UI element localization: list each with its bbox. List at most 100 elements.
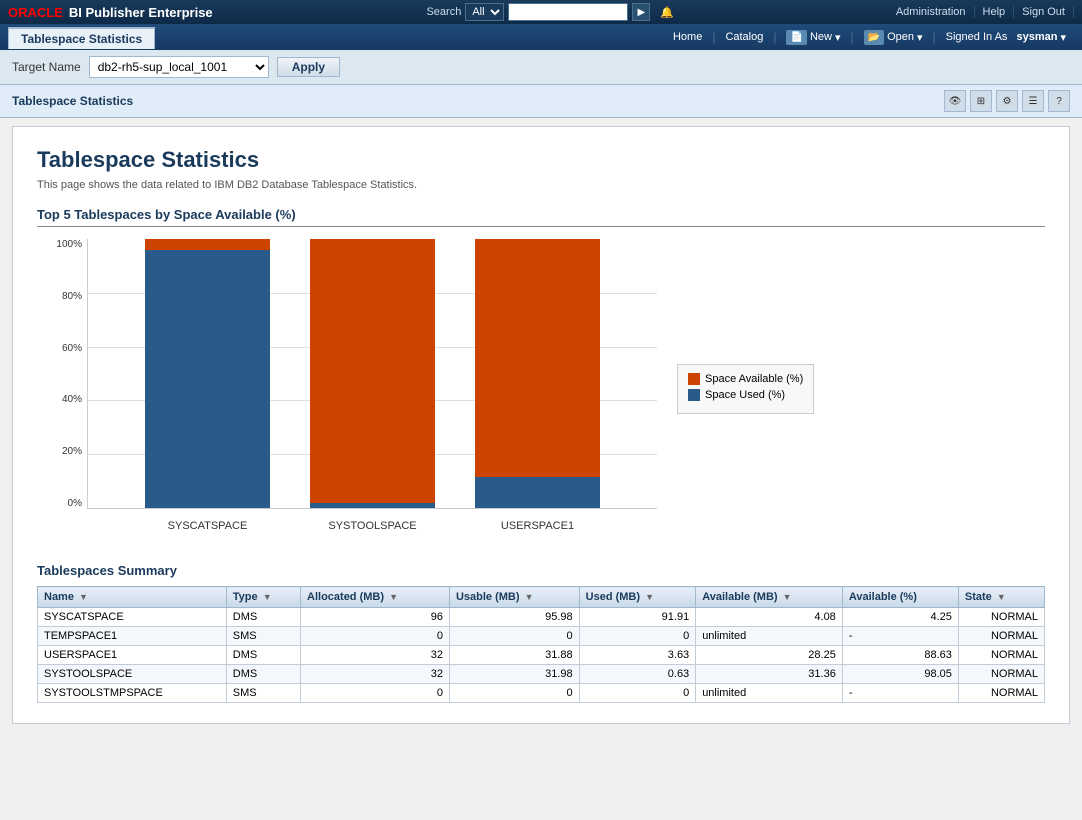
col-avail-pct[interactable]: Available (%)	[842, 587, 958, 608]
list-icon-btn[interactable]: ☰	[1022, 90, 1044, 112]
secondary-navigation: Tablespace Statistics Home | Catalog | 📄…	[0, 24, 1082, 50]
new-menu[interactable]: 📄 New ▾	[778, 28, 848, 47]
legend-used-color	[688, 389, 700, 401]
table-cell: DMS	[226, 665, 300, 684]
table-cell: SYSTOOLSPACE	[38, 665, 227, 684]
table-cell: USERSPACE1	[38, 646, 227, 665]
search-input[interactable]	[508, 3, 628, 21]
table-cell: 91.91	[579, 608, 696, 627]
col-type[interactable]: Type ▼	[226, 587, 300, 608]
bar-userspace1: USERSPACE1	[475, 239, 600, 508]
table-cell: 3.63	[579, 646, 696, 665]
main-content: Tablespace Statistics This page shows th…	[12, 126, 1070, 724]
table-cell: DMS	[226, 608, 300, 627]
table-cell: 95.98	[449, 608, 579, 627]
apply-button[interactable]: Apply	[277, 57, 340, 77]
report-icons: 👁 ⊞ ⚙ ☰ ?	[944, 90, 1070, 112]
report-main-title: Tablespace Statistics	[37, 147, 1045, 173]
open-menu[interactable]: 📂 Open ▾	[856, 28, 931, 47]
table-cell: 88.63	[842, 646, 958, 665]
grid-icon-btn[interactable]: ⊞	[970, 90, 992, 112]
col-available[interactable]: Available (MB) ▼	[696, 587, 843, 608]
table-cell: 28.25	[696, 646, 843, 665]
y-label-80: 80%	[62, 291, 82, 302]
logo-area: ORACLE BI Publisher Enterprise	[8, 5, 213, 20]
bar-systoolspace: SYSTOOLSPACE	[310, 239, 435, 508]
col-name[interactable]: Name ▼	[38, 587, 227, 608]
view-icon-btn[interactable]: 👁	[944, 90, 966, 112]
settings-icon-btn[interactable]: ⚙	[996, 90, 1018, 112]
catalog-link[interactable]: Catalog	[717, 29, 771, 45]
table-cell: 0	[449, 627, 579, 646]
search-scope-select[interactable]: All	[465, 3, 504, 21]
chart-area: 100% 80% 60% 40% 20% 0%	[37, 239, 1045, 539]
bar-systoolspace-used	[310, 503, 435, 508]
table-cell: 31.98	[449, 665, 579, 684]
report-description: This page shows the data related to IBM …	[37, 179, 1045, 191]
search-area: Search All ▶ 🔔	[426, 3, 674, 21]
col-used[interactable]: Used (MB) ▼	[579, 587, 696, 608]
table-cell: 4.08	[696, 608, 843, 627]
top-right-nav: Administration Help Sign Out	[888, 6, 1074, 18]
table-cell: 0.63	[579, 665, 696, 684]
table-cell: 32	[301, 646, 450, 665]
chart-container: 100% 80% 60% 40% 20% 0%	[37, 239, 657, 539]
table-section: Tablespaces Summary Name ▼ Type ▼ Alloca…	[37, 563, 1045, 703]
sign-out-link[interactable]: Sign Out	[1014, 6, 1074, 18]
report-header: Tablespace Statistics 👁 ⊞ ⚙ ☰ ?	[0, 85, 1082, 118]
target-name-select[interactable]: db2-rh5-sup_local_1001	[89, 56, 269, 78]
bar-userspace1-label: USERSPACE1	[475, 520, 600, 532]
bar-userspace1-available	[475, 239, 600, 477]
table-cell: 31.36	[696, 665, 843, 684]
home-link[interactable]: Home	[665, 29, 710, 45]
table-cell: SYSCATSPACE	[38, 608, 227, 627]
bar-syscatspace-label: SYSCATSPACE	[145, 520, 270, 532]
table-cell: 0	[449, 684, 579, 703]
y-label-40: 40%	[62, 394, 82, 405]
table-cell: TEMPSPACE1	[38, 627, 227, 646]
legend-available: Space Available (%)	[688, 373, 803, 385]
y-axis: 100% 80% 60% 40% 20% 0%	[37, 239, 87, 509]
help-link[interactable]: Help	[975, 6, 1015, 18]
table-row: SYSCATSPACEDMS9695.9891.914.084.25NORMAL	[38, 608, 1045, 627]
y-label-20: 20%	[62, 446, 82, 457]
report-title-tab: Tablespace Statistics	[12, 94, 133, 108]
page-tab[interactable]: Tablespace Statistics	[8, 27, 155, 49]
table-cell: unlimited	[696, 684, 843, 703]
col-state[interactable]: State ▼	[958, 587, 1044, 608]
chart-legend: Space Available (%) Space Used (%)	[677, 364, 814, 414]
bar-userspace1-used	[475, 477, 600, 508]
table-cell: 0	[579, 684, 696, 703]
table-cell: NORMAL	[958, 646, 1044, 665]
table-row: USERSPACE1DMS3231.883.6328.2588.63NORMAL	[38, 646, 1045, 665]
summary-table: Name ▼ Type ▼ Allocated (MB) ▼ Usable (M…	[37, 586, 1045, 703]
y-label-60: 60%	[62, 343, 82, 354]
col-allocated[interactable]: Allocated (MB) ▼	[301, 587, 450, 608]
table-cell: 0	[301, 684, 450, 703]
bar-systoolspace-available	[310, 239, 435, 503]
search-button[interactable]: ▶	[632, 3, 650, 21]
administration-link[interactable]: Administration	[888, 6, 975, 18]
table-cell: SMS	[226, 627, 300, 646]
target-name-label: Target Name	[12, 60, 81, 74]
table-body: SYSCATSPACEDMS9695.9891.914.084.25NORMAL…	[38, 608, 1045, 703]
legend-used-label: Space Used (%)	[705, 389, 785, 401]
table-row: SYSTOOLSPACEDMS3231.980.6331.3698.05NORM…	[38, 665, 1045, 684]
table-cell: 0	[301, 627, 450, 646]
table-cell: NORMAL	[958, 665, 1044, 684]
table-cell: 96	[301, 608, 450, 627]
table-row: SYSTOOLSTMPSPACESMS000unlimited-NORMAL	[38, 684, 1045, 703]
bi-publisher-label: BI Publisher Enterprise	[69, 5, 213, 20]
col-usable[interactable]: Usable (MB) ▼	[449, 587, 579, 608]
help-icon-btn[interactable]: ?	[1048, 90, 1070, 112]
legend-available-label: Space Available (%)	[705, 373, 803, 385]
chart-body: SYSCATSPACE SYSTOOLSPACE USERSPACE1	[87, 239, 657, 509]
signed-in-as: Signed In As sysman ▾	[938, 29, 1074, 46]
table-cell: 4.25	[842, 608, 958, 627]
table-cell: DMS	[226, 646, 300, 665]
table-cell: NORMAL	[958, 608, 1044, 627]
top-navigation: ORACLE BI Publisher Enterprise Search Al…	[0, 0, 1082, 24]
table-cell: unlimited	[696, 627, 843, 646]
table-cell: SMS	[226, 684, 300, 703]
table-heading: Tablespaces Summary	[37, 563, 1045, 578]
